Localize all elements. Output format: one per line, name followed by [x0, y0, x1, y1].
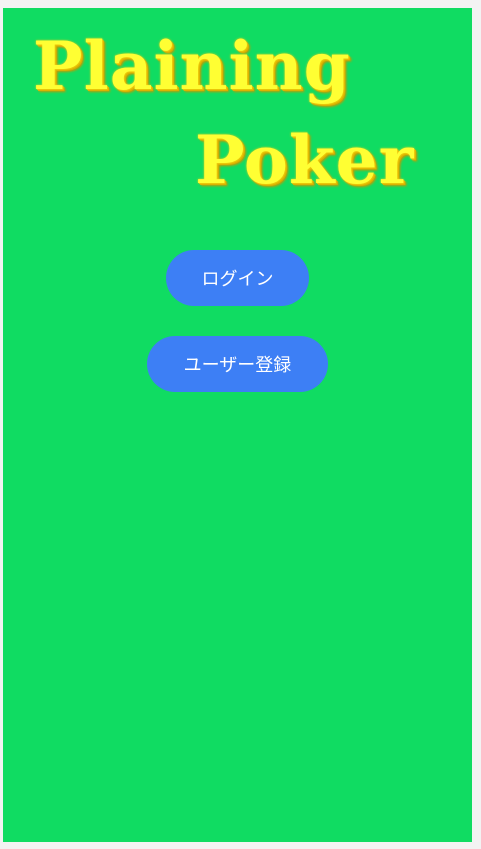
app-logo: Plaining Poker [3, 8, 472, 228]
app-panel: Plaining Poker ログイン ユーザー登録 [3, 8, 472, 842]
register-button[interactable]: ユーザー登録 [147, 336, 328, 392]
logo-title-line1: Plaining [33, 27, 351, 105]
logo-title-line2: Poker [195, 121, 415, 199]
login-button[interactable]: ログイン [166, 250, 309, 306]
